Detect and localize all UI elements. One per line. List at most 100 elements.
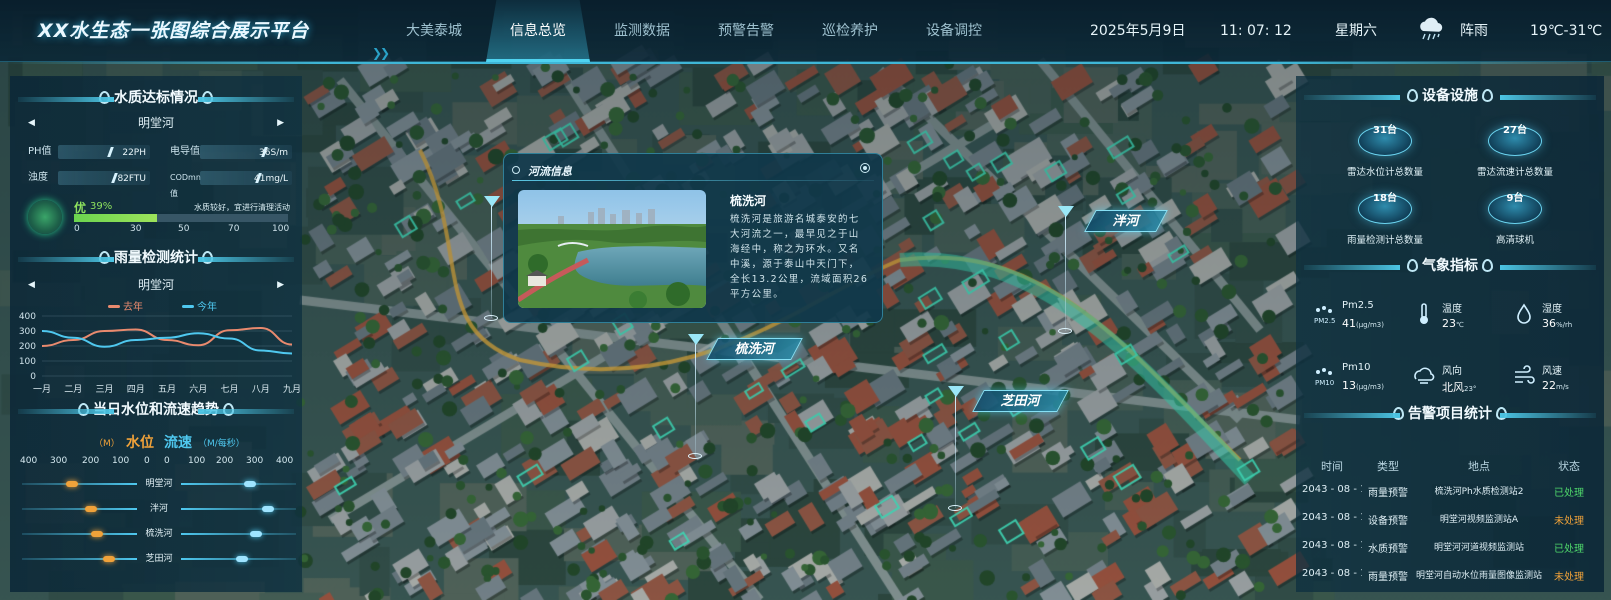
header-weather: 阵雨 <box>1460 23 1488 39</box>
pm25-icon: PM2.5 <box>1312 302 1336 326</box>
marker-pole <box>1065 216 1066 331</box>
trend-row: 梳洗河 <box>22 528 296 540</box>
rainfall-title: 雨量检测统计 <box>10 246 302 270</box>
nav-tab-monitoring[interactable]: 监测数据 <box>590 0 694 62</box>
weather-name: 风向 <box>1442 366 1462 377</box>
header-date: 2025年5月9日 <box>1090 23 1186 39</box>
level-unit: （M） <box>94 439 120 449</box>
rain-cloud-icon <box>1420 17 1443 41</box>
x-tick-label: 六月 <box>189 383 207 395</box>
weather-name: 湿度 <box>1542 304 1562 315</box>
water-grade: 优 39% 水质较好，宜进行清理活动 0 30 50 70 100 <box>28 200 290 242</box>
metric-ph: PH值 22PH <box>28 144 152 160</box>
marker-pole <box>491 206 492 318</box>
metric-turbidity: 浊度 82FTU <box>28 170 152 186</box>
alarms-title: 告警项目统计 <box>1296 402 1604 426</box>
marker-pole <box>955 396 956 508</box>
water-drop-icon <box>1482 89 1493 102</box>
water-quality-title: 水质达标情况 <box>10 86 302 110</box>
popup-river-name: 梳洗河 <box>730 194 767 208</box>
rainfall-river-selector: ◀ 明堂河 ▶ <box>24 276 288 294</box>
trend-river-label: 芝田河 <box>145 554 173 564</box>
weather-value: 22m/s <box>1542 379 1569 392</box>
cell-time: 2043 - 08 - 13 <box>1302 484 1362 495</box>
trend-river-label: 泮河 <box>149 504 168 514</box>
map-label-zhitianhe[interactable]: 芝田河 <box>972 390 1069 412</box>
cell-time: 2043 - 08 - 13 <box>1302 540 1362 551</box>
weather-item-thermometer: 温度 23℃ <box>1412 298 1512 338</box>
x-tick-label: 三月 <box>95 384 113 395</box>
nav-tab-alerts[interactable]: 预警告警 <box>694 0 798 62</box>
table-row[interactable]: 2043 - 08 - 13 设备预警 明堂河视频监测站A 未处理 <box>1302 512 1600 527</box>
header-time: 11: 07: 12 <box>1220 23 1292 39</box>
svg-text:PM10: PM10 <box>1315 379 1334 387</box>
device-radar-level: 31台 雷达水位计总数量 <box>1346 125 1423 178</box>
marker-base-icon <box>948 505 962 511</box>
weather-value: 北风23° <box>1442 381 1477 394</box>
wind-speed-icon <box>1512 364 1536 388</box>
thermometer-icon <box>1412 302 1436 326</box>
cell-status: 已处理 <box>1554 488 1584 499</box>
header-weekday: 星期六 <box>1335 23 1377 39</box>
weather-value: 41(μg/m3) <box>1342 317 1384 330</box>
cell-place: 明堂河视频监测站A <box>1439 515 1519 525</box>
table-row[interactable]: 2043 - 08 - 13 雨量预警明堂河自动水位雨量图像监测站 未处理 <box>1302 568 1600 583</box>
marker-triangle-icon <box>688 334 704 345</box>
next-river-arrow-icon[interactable]: ▶ <box>277 114 284 132</box>
trend-row: 芝田河 <box>22 553 296 565</box>
weather-name: 温度 <box>1442 304 1462 315</box>
weather-item-wind-direction: 风向北风23° <box>1412 360 1512 400</box>
left-panel: 水质达标情况 ◀ 明堂河 ▶ PH值 22PH 电导值 36S/m 浊度 82F… <box>10 76 302 592</box>
water-quality-river: 明堂河 <box>137 116 174 130</box>
y-tick-label: 0 <box>30 372 36 382</box>
device-ring-icon: 9台 <box>1488 193 1542 224</box>
nav-tab-inspection[interactable]: 巡检养护 <box>798 0 902 62</box>
water-drop-icon <box>1482 259 1493 272</box>
metric-codmn: CODmn值 41mg/L <box>170 170 294 198</box>
main-nav: 大美泰城 信息总览 监测数据 预警告警 巡检养护 设备调控 <box>382 0 1006 62</box>
close-icon[interactable] <box>860 163 870 173</box>
trend-row: 明堂河 <box>22 478 296 490</box>
y-tick-label: 200 <box>19 342 36 352</box>
table-row[interactable]: 2043 - 08 - 13 雨量预警 梳洗河Ph水质检测站2 已处理 <box>1302 484 1600 499</box>
map-label-shuxihe[interactable]: 梳洗河 <box>706 338 803 360</box>
nav-tab-overview[interactable]: 信息总览 <box>486 0 590 62</box>
flow-unit: （M/每秒） <box>198 439 245 449</box>
nav-tab-device-control[interactable]: 设备调控 <box>902 0 1006 62</box>
prev-river-arrow-icon[interactable]: ◀ <box>28 276 35 294</box>
weather-item-pm25: PM2.5 Pm2.5 41(μg/m3) <box>1312 298 1412 338</box>
marker-triangle-icon <box>484 196 500 207</box>
cell-time: 2043 - 08 - 13 <box>1302 512 1362 523</box>
y-tick-label: 100 <box>19 357 36 367</box>
trend-river-label: 明堂河 <box>145 479 173 489</box>
prev-river-arrow-icon[interactable]: ◀ <box>28 114 35 132</box>
rainfall-chart: 0 100 200 300 400 一月 二月 三月 四月 五月 六月 七月 八月 九月 <box>19 312 301 395</box>
cell-place: 梳洗河Ph水质检测站2 <box>1434 487 1524 497</box>
marker-triangle-icon <box>948 386 964 397</box>
water-drop-icon <box>1407 89 1418 102</box>
cell-time: 2043 - 08 - 13 <box>1302 568 1362 579</box>
device-rain-gauge: 18台 雨量检测计总数量 <box>1346 193 1423 246</box>
x-tick-label: 五月 <box>158 384 176 395</box>
grade-progress-bar <box>74 214 288 222</box>
trend-title: 当日水位和流速趋势 <box>10 398 302 422</box>
weather-name: 风速 <box>1542 366 1562 377</box>
x-tick-label: 四月 <box>127 384 145 395</box>
map-label-panhe[interactable]: 泮河 <box>1084 210 1168 232</box>
table-row[interactable]: 2043 - 08 - 13 水质预警 明堂河河道视频监测站 已处理 <box>1302 540 1600 555</box>
nav-tab-daimei[interactable]: 大美泰城 <box>382 0 486 62</box>
y-tick-label: 300 <box>19 327 36 337</box>
x-tick-label: 七月 <box>220 384 238 395</box>
svg-text:PM2.5: PM2.5 <box>1314 317 1335 325</box>
cell-place: 明堂河自动水位雨量图像监测站 <box>1415 571 1542 581</box>
weather-name: Pm2.5 <box>1342 300 1374 311</box>
trend-row: 泮河 <box>22 503 296 515</box>
river-photo <box>518 190 706 308</box>
x-tick-label: 二月 <box>64 384 82 395</box>
device-ring-icon: 18台 <box>1358 193 1412 224</box>
cell-type: 设备预警 <box>1368 516 1408 527</box>
devices-title: 设备设施 <box>1296 84 1604 108</box>
next-river-arrow-icon[interactable]: ▶ <box>277 276 284 294</box>
popup-river-desc: 梳洗河是旅游名城泰安的七大河流之一，最早见之于山海经中，称之为环水。又名中溪，源… <box>730 214 869 300</box>
x-tick-label: 九月 <box>283 384 301 395</box>
